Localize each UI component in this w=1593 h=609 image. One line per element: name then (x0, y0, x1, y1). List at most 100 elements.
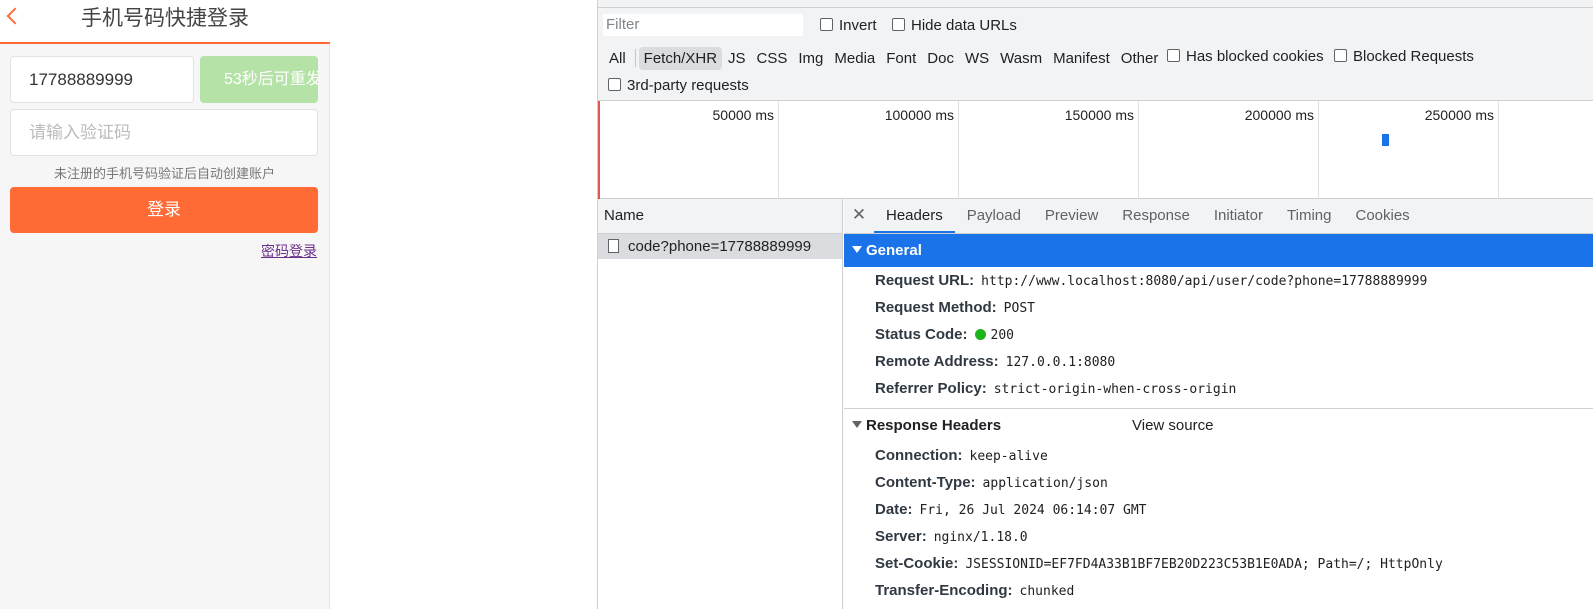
network-filter-bar: Filter Invert Hide data URLs All Fetch/X… (598, 8, 1593, 100)
header-row: Transfer-Encoding: chunked (844, 577, 1593, 604)
header-row: Content-Type: application/json (844, 469, 1593, 496)
expand-triangle-icon (852, 246, 862, 253)
type-filter-media[interactable]: Media (829, 47, 880, 70)
verification-code-input[interactable]: 请输入验证码 (10, 109, 318, 156)
timeline-column: 150000 ms (959, 101, 1139, 199)
type-filter-all[interactable]: All (604, 47, 631, 70)
hide-data-urls-option[interactable]: Hide data URLs (892, 17, 1017, 34)
third-party-checkbox[interactable] (608, 78, 621, 91)
timeline-request-bar (1382, 134, 1389, 146)
invert-label: Invert (839, 17, 877, 34)
header-key: Referrer Policy: (875, 380, 987, 397)
document-icon (608, 239, 619, 253)
has-blocked-cookies-option[interactable]: Has blocked cookies (1167, 48, 1324, 65)
header-value: 200 (990, 328, 1014, 343)
tab-cookies[interactable]: Cookies (1343, 199, 1421, 233)
header-value: keep-alive (969, 449, 1048, 464)
has-blocked-cookies-checkbox[interactable] (1167, 49, 1180, 62)
header-key: Status Code: (875, 326, 968, 343)
tab-initiator[interactable]: Initiator (1202, 199, 1275, 233)
timeline-tick-label: 200000 ms (1244, 107, 1314, 123)
view-source-link[interactable]: View source (1132, 409, 1213, 442)
request-details: ✕ Headers Payload Preview Response Initi… (844, 199, 1593, 609)
expand-triangle-icon (852, 421, 862, 428)
header-value: chunked (1019, 584, 1075, 599)
timeline-column: 50000 ms (598, 101, 779, 199)
resource-type-filters: All Fetch/XHR JS CSS Img Media Font Doc … (604, 46, 1164, 70)
close-icon[interactable]: ✕ (844, 199, 874, 233)
timeline-column: 100000 ms (779, 101, 959, 199)
timeline-column: 250000 ms (1319, 101, 1499, 199)
timeline-tick-label: 150000 ms (1064, 107, 1134, 123)
timeline-tick-label: 100000 ms (884, 107, 954, 123)
type-filter-ws[interactable]: WS (960, 47, 994, 70)
header-key: Date: (875, 501, 913, 518)
third-party-option[interactable]: 3rd-party requests (608, 77, 749, 94)
tab-response[interactable]: Response (1110, 199, 1202, 233)
mobile-login-page: 手机号码快捷登录 17788889999 53秒后可重发 请输入验证码 未注册的… (0, 0, 330, 609)
header-row: Server: nginx/1.18.0 (844, 523, 1593, 550)
password-login-link[interactable]: 密码登录 (261, 241, 317, 261)
network-overview-timeline[interactable]: 50000 ms 100000 ms 150000 ms 200000 ms 2… (598, 100, 1593, 199)
devtools-toolbar-edge (598, 0, 1593, 8)
header-row: Referrer Policy: strict-origin-when-cross… (844, 375, 1593, 402)
tab-timing[interactable]: Timing (1275, 199, 1343, 233)
hide-data-urls-checkbox[interactable] (892, 18, 905, 31)
type-filter-wasm[interactable]: Wasm (995, 47, 1047, 70)
send-code-button[interactable]: 53秒后可重发 (200, 56, 318, 103)
header-key: Set-Cookie: (875, 555, 959, 572)
name-column-header[interactable]: Name (598, 199, 842, 234)
header-value: JSESSIONID=EF7FD4A33B1BF7EB20D223C53B1E0… (965, 557, 1443, 572)
header-row: Remote Address: 127.0.0.1:8080 (844, 348, 1593, 375)
timeline-column: 200000 ms (1139, 101, 1319, 199)
type-filter-manifest[interactable]: Manifest (1048, 47, 1115, 70)
header-value: application/json (982, 476, 1108, 491)
type-filter-other[interactable]: Other (1116, 47, 1164, 70)
type-filter-doc[interactable]: Doc (922, 47, 959, 70)
header-row: Request URL: http://www.localhost:8080/ap… (844, 267, 1593, 294)
header-key: Request Method: (875, 299, 997, 316)
type-filter-js[interactable]: JS (723, 47, 751, 70)
status-ok-icon (974, 329, 986, 340)
header-row: Set-Cookie: JSESSIONID=EF7FD4A33B1BF7EB20… (844, 550, 1593, 577)
request-row[interactable]: code?phone=17788889999 (598, 234, 842, 259)
header-key: Connection: (875, 447, 963, 464)
hide-data-urls-label: Hide data URLs (911, 17, 1017, 34)
timeline-tick-label: 250000 ms (1424, 107, 1494, 123)
type-filter-fetch-xhr[interactable]: Fetch/XHR (638, 46, 723, 70)
filter-input[interactable]: Filter (603, 14, 803, 36)
response-headers-section-header[interactable]: Response Headers View source (844, 409, 1593, 442)
phone-input[interactable]: 17788889999 (10, 56, 194, 103)
header-value: nginx/1.18.0 (933, 530, 1028, 545)
type-filter-css[interactable]: CSS (752, 47, 793, 70)
login-button[interactable]: 登录 (10, 187, 318, 233)
devtools-network-panel: Filter Invert Hide data URLs All Fetch/X… (597, 0, 1593, 609)
header-value: http://www.localhost:8080/api/user/code?… (981, 274, 1428, 289)
request-list: Name code?phone=17788889999 (598, 199, 843, 609)
login-header: 手机号码快捷登录 (0, 0, 330, 44)
tab-headers[interactable]: Headers (874, 199, 955, 233)
general-title: General (866, 242, 922, 259)
request-name: code?phone=17788889999 (628, 238, 812, 255)
header-key: Remote Address: (875, 353, 999, 370)
header-key: Request URL: (875, 272, 975, 289)
details-tab-bar: ✕ Headers Payload Preview Response Initi… (844, 199, 1593, 234)
has-blocked-cookies-label: Has blocked cookies (1186, 48, 1324, 65)
blocked-requests-checkbox[interactable] (1334, 49, 1347, 62)
header-key: Content-Type: (875, 474, 976, 491)
blocked-requests-option[interactable]: Blocked Requests (1334, 48, 1474, 65)
type-filter-divider (634, 49, 636, 67)
page-title: 手机号码快捷登录 (81, 6, 249, 30)
header-row: Status Code: 200 (844, 321, 1593, 348)
tab-preview[interactable]: Preview (1033, 199, 1110, 233)
type-filter-img[interactable]: Img (793, 47, 828, 70)
tab-payload[interactable]: Payload (955, 199, 1033, 233)
type-filter-font[interactable]: Font (881, 47, 921, 70)
header-key: Server: (875, 528, 927, 545)
header-value: 127.0.0.1:8080 (1005, 355, 1116, 370)
invert-option[interactable]: Invert (820, 17, 877, 34)
general-section-header[interactable]: General (844, 234, 1593, 267)
header-row: Date: Fri, 26 Jul 2024 06:14:07 GMT (844, 496, 1593, 523)
register-hint: 未注册的手机号码验证后自动创建账户 (53, 166, 275, 181)
invert-checkbox[interactable] (820, 18, 833, 31)
